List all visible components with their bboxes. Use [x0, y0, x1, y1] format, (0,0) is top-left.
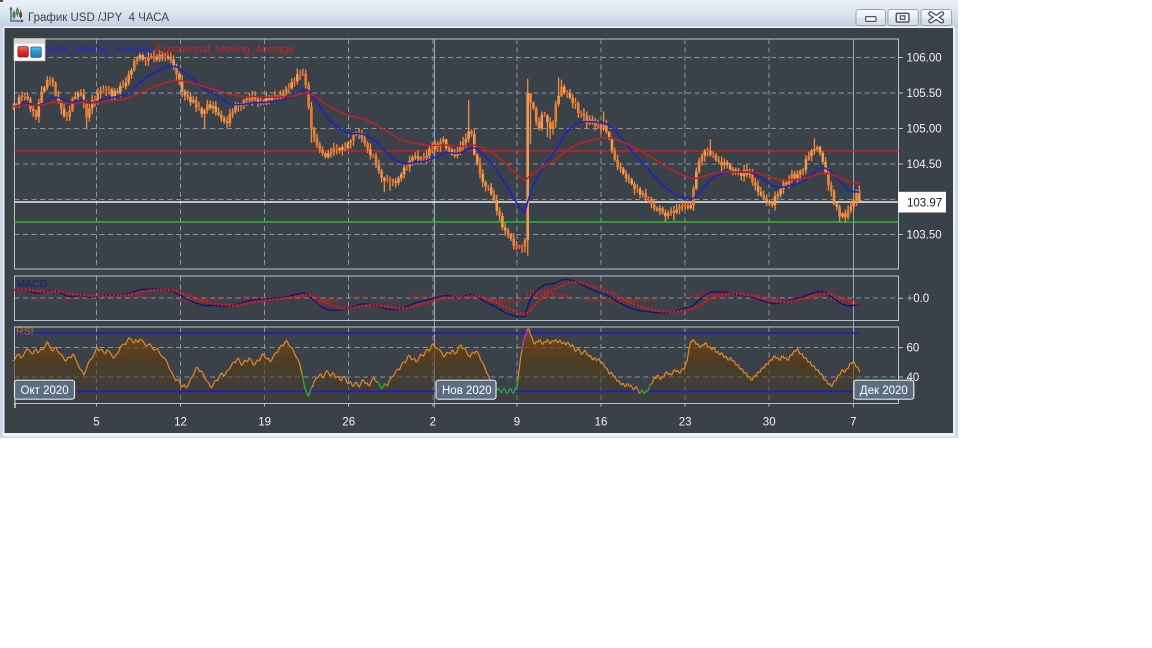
svg-text:12: 12 [174, 417, 187, 429]
svg-text:7: 7 [850, 417, 856, 429]
svg-text:60: 60 [907, 343, 920, 355]
svg-text:16: 16 [595, 417, 608, 429]
svg-text:106.00: 106.00 [907, 53, 942, 65]
svg-text:9: 9 [514, 417, 520, 429]
svg-text:5: 5 [93, 417, 99, 429]
svg-text:RSI: RSI [16, 326, 34, 338]
svg-text:MACD: MACD [17, 278, 48, 290]
svg-text:104.50: 104.50 [907, 159, 942, 171]
svg-text:105.50: 105.50 [907, 88, 942, 100]
svg-text:Дек 2020: Дек 2020 [860, 385, 908, 397]
svg-text:+0.0: +0.0 [907, 293, 930, 305]
svg-text:2: 2 [430, 417, 436, 429]
svg-text:103.50: 103.50 [907, 230, 942, 242]
svg-text:19: 19 [258, 417, 271, 429]
svg-text:График USD /JPY 4 ЧАСА: График USD /JPY 4 ЧАСА [28, 12, 169, 24]
svg-text:Нов 2020: Нов 2020 [442, 385, 492, 397]
svg-text:23: 23 [679, 417, 692, 429]
svg-text:26: 26 [342, 417, 355, 429]
svg-text:105.00: 105.00 [907, 124, 942, 136]
svg-text:Exponential_Moving_Average: Exponential_Moving_Average [155, 44, 294, 56]
svg-text:Окт 2020: Окт 2020 [21, 385, 69, 397]
svg-text:30: 30 [763, 417, 776, 429]
svg-text:103.97: 103.97 [907, 198, 942, 210]
